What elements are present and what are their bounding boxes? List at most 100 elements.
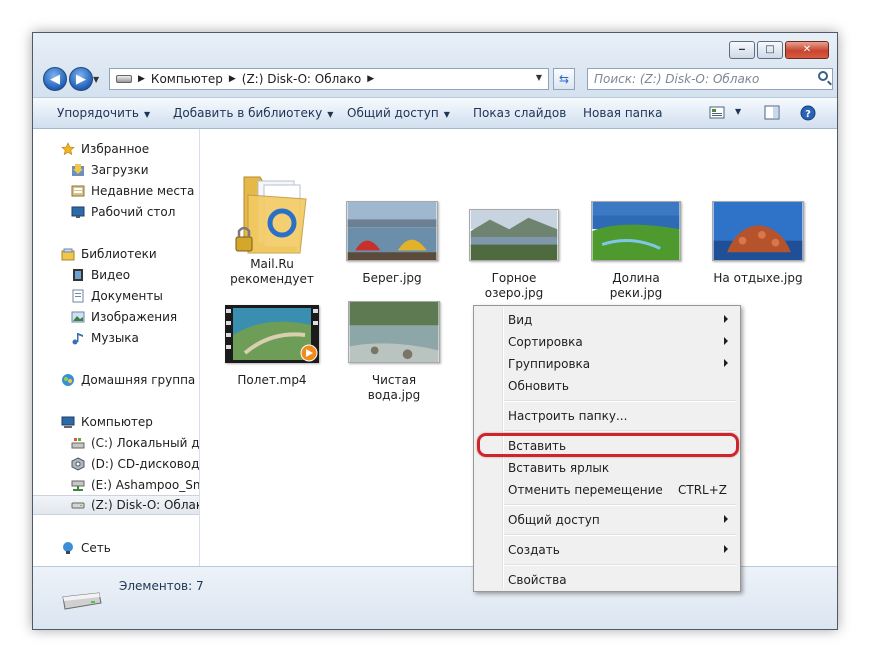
desktop-icon <box>71 206 85 218</box>
minimize-icon: ‒ <box>738 44 746 55</box>
back-button[interactable]: ◀ <box>43 67 67 91</box>
refresh-icon: ⇆ <box>558 72 570 86</box>
file-item[interactable]: Долина реки.jpg <box>586 201 686 301</box>
context-menu-item-properties[interactable]: Свойства <box>476 569 738 591</box>
system-drive-icon <box>71 438 85 449</box>
slideshow-button[interactable]: Показ слайдов <box>473 106 566 120</box>
sidebar-item-label: Видео <box>91 268 131 282</box>
file-name: Берег.jpg <box>362 271 422 285</box>
sidebar-item-pictures[interactable]: Изображения <box>33 307 199 327</box>
sidebar-item-label: Загрузки <box>91 163 149 177</box>
navigation-row: ◀ ▶ ▼ ▶ Компьютер ▶ (Z:) Disk-O: Облако … <box>41 67 833 93</box>
sidebar-item-label: Документы <box>91 289 163 303</box>
context-menu-item-group[interactable]: Группировка <box>476 353 738 375</box>
sidebar-favorites-label: Избранное <box>81 142 150 156</box>
sidebar-item-desktop[interactable]: Рабочий стол <box>33 202 199 222</box>
context-menu-item-undo-move[interactable]: Отменить перемещение CTRL+Z <box>476 479 738 501</box>
file-name: Mail.Ru <box>250 257 294 271</box>
image-thumbnail <box>591 201 681 261</box>
sidebar-item-drive-d[interactable]: (D:) CD-дисковод - <box>33 454 199 474</box>
network-drive-icon <box>71 480 85 491</box>
file-name: Горное <box>491 271 537 285</box>
context-menu-item-customize-folder[interactable]: Настроить папку... <box>476 405 738 427</box>
file-item[interactable]: Полет.mp4 <box>222 305 322 388</box>
context-menu-item-paste-shortcut[interactable]: Вставить ярлык <box>476 457 738 479</box>
sidebar-libraries[interactable]: Библиотеки <box>33 244 199 264</box>
share-label: Общий доступ <box>347 106 439 120</box>
breadcrumb-separator-icon[interactable]: ▶ <box>229 74 236 84</box>
sidebar-item-music[interactable]: Музыка <box>33 328 199 348</box>
search-icon[interactable] <box>818 71 828 81</box>
sidebar-homegroup[interactable]: Домашняя группа <box>33 370 199 390</box>
address-bar[interactable]: ▶ Компьютер ▶ (Z:) Disk-O: Облако ▶ ▼ <box>109 68 549 90</box>
file-item[interactable]: Горное озеро.jpg <box>464 209 564 301</box>
chevron-down-icon: ▼ <box>143 110 151 119</box>
cd-drive-icon <box>71 457 85 471</box>
file-item[interactable]: На отдыхе.jpg <box>708 201 808 286</box>
context-menu-item-sort[interactable]: Сортировка <box>476 331 738 353</box>
maximize-button[interactable]: □ <box>757 41 783 59</box>
menu-item-label: Обновить <box>508 379 569 393</box>
help-icon[interactable]: ? <box>799 105 817 121</box>
change-view-icon[interactable] <box>709 105 727 121</box>
paste-highlight-annotation <box>477 433 739 457</box>
menu-item-label: Общий доступ <box>508 513 600 527</box>
library-icon <box>61 248 75 261</box>
minimize-button[interactable]: ‒ <box>729 41 755 59</box>
breadcrumb-computer[interactable]: Компьютер <box>151 72 223 86</box>
close-button[interactable]: ✕ <box>785 41 829 59</box>
context-menu-item-share[interactable]: Общий доступ <box>476 509 738 531</box>
file-name: Чистая вода.jpg <box>367 373 421 402</box>
organize-button[interactable]: Упорядочить ▼ <box>57 106 150 120</box>
file-name: На отдыхе.jpg <box>713 271 803 285</box>
sidebar-item-recent-places[interactable]: Недавние места <box>33 181 199 201</box>
preview-pane-icon[interactable] <box>763 105 781 121</box>
sidebar-favorites[interactable]: Избранное <box>33 139 199 159</box>
refresh-button[interactable]: ⇆ <box>553 68 575 90</box>
share-button[interactable]: Общий доступ ▼ <box>347 106 450 120</box>
sidebar-computer[interactable]: Компьютер <box>33 412 199 432</box>
recent-pages-dropdown[interactable]: ▼ <box>93 75 99 84</box>
sidebar-item-drive-z[interactable]: (Z:) Disk-O: Облако <box>33 495 199 515</box>
context-menu-item-new[interactable]: Создать <box>476 539 738 561</box>
image-thumbnail <box>469 209 559 261</box>
sidebar-network-label: Сеть <box>81 541 111 555</box>
sidebar-item-label: Музыка <box>91 331 139 345</box>
add-to-library-button[interactable]: Добавить в библиотеку ▼ <box>173 106 333 120</box>
drive-icon <box>71 502 85 509</box>
file-item[interactable]: Mail.Ru рекомендует <box>222 165 322 287</box>
add-to-library-label: Добавить в библиотеку <box>173 106 323 120</box>
sidebar-item-downloads[interactable]: Загрузки <box>33 160 199 180</box>
image-thumbnail <box>346 201 438 261</box>
pictures-library-icon <box>71 311 85 323</box>
breadcrumb-current-drive[interactable]: (Z:) Disk-O: Облако <box>242 72 361 86</box>
context-menu-item-refresh[interactable]: Обновить <box>476 375 738 397</box>
new-folder-button[interactable]: Новая папка <box>583 106 662 120</box>
breadcrumb-separator-icon[interactable]: ▶ <box>138 74 145 84</box>
sidebar-item-label: (Z:) Disk-O: Облако <box>91 498 200 512</box>
search-input[interactable]: Поиск: (Z:) Disk-O: Облако <box>587 68 833 90</box>
video-library-icon <box>73 269 83 281</box>
caption-buttons: ‒ □ ✕ <box>727 41 829 59</box>
menu-item-label: Сортировка <box>508 335 583 349</box>
sidebar-item-label: (E:) Ashampoo_Snap <box>91 478 200 492</box>
address-dropdown-icon[interactable]: ▼ <box>536 73 542 82</box>
menu-item-shortcut: CTRL+Z <box>678 483 728 497</box>
breadcrumb-separator-icon[interactable]: ▶ <box>367 74 374 84</box>
sidebar-item-documents[interactable]: Документы <box>33 286 199 306</box>
search-placeholder: Поиск: (Z:) Disk-O: Облако <box>594 72 760 86</box>
view-dropdown-icon[interactable]: ▼ <box>735 107 741 116</box>
music-library-icon <box>72 333 83 345</box>
file-item[interactable]: Берег.jpg <box>342 201 442 286</box>
sidebar-item-drive-c[interactable]: (C:) Локальный диск <box>33 433 199 453</box>
sidebar-item-video[interactable]: Видео <box>33 265 199 285</box>
context-menu-item-view[interactable]: Вид <box>476 309 738 331</box>
sidebar-network[interactable]: Сеть <box>33 538 199 558</box>
file-item[interactable]: Чистая вода.jpg <box>344 301 444 403</box>
documents-library-icon <box>72 289 84 303</box>
forward-button[interactable]: ▶ <box>69 67 93 91</box>
drive-icon <box>62 592 102 610</box>
submenu-arrow-icon <box>724 515 728 523</box>
sidebar-item-drive-e[interactable]: (E:) Ashampoo_Snap <box>33 475 199 495</box>
folder-icon <box>235 176 307 254</box>
